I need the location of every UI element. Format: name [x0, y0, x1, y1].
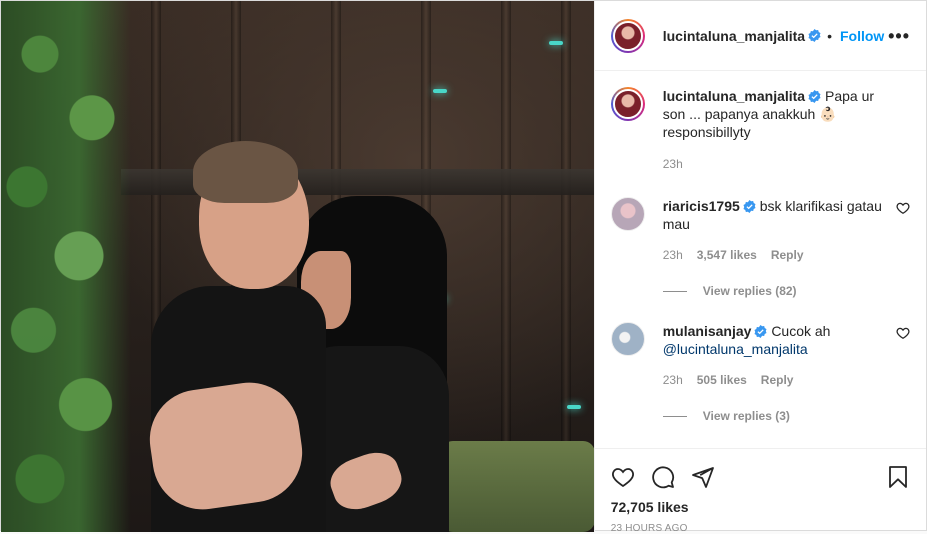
- cushion: [441, 441, 594, 532]
- reply-button[interactable]: Reply: [761, 371, 794, 389]
- man-hair: [193, 141, 298, 203]
- comment-meta: 23h 505 likes Reply: [663, 371, 886, 389]
- post-sidebar: lucintaluna_manjalita • Follow ••• lucin…: [593, 1, 926, 534]
- comment: riaricis1795 bsk klarifikasi gatau mau 2…: [610, 197, 910, 264]
- caption-avatar[interactable]: [610, 87, 645, 121]
- separator-dot: •: [827, 27, 832, 44]
- comment-username[interactable]: riaricis1795: [663, 198, 740, 214]
- likes-count[interactable]: 72,705 likes: [611, 499, 910, 515]
- caption-username[interactable]: lucintaluna_manjalita: [663, 88, 805, 104]
- more-options-icon[interactable]: •••: [888, 27, 910, 45]
- view-replies-label[interactable]: View replies (3): [703, 409, 790, 423]
- heart-icon[interactable]: [611, 465, 635, 489]
- comment-likes[interactable]: 505 likes: [697, 371, 747, 389]
- reply-button[interactable]: Reply: [771, 246, 804, 264]
- replies-line: [662, 415, 687, 417]
- caption: lucintaluna_manjalita Papa ur son ... pa…: [610, 87, 910, 173]
- follow-button[interactable]: Follow: [840, 28, 884, 44]
- comment-time[interactable]: 23h: [663, 246, 683, 264]
- share-icon[interactable]: [691, 465, 715, 489]
- plant-wall: [1, 1, 131, 532]
- comment-heart-icon[interactable]: [896, 201, 910, 215]
- comment-text: Cucok ah: [771, 323, 831, 339]
- verified-badge-icon: [754, 325, 767, 338]
- author-avatar[interactable]: [610, 18, 645, 53]
- comment-username[interactable]: mulanisanjay: [663, 323, 752, 339]
- action-bar: 72,705 likes 23 HOURS AGO: [594, 448, 926, 534]
- verified-badge-icon: [743, 200, 756, 213]
- instagram-post: lucintaluna_manjalita • Follow ••• lucin…: [0, 0, 927, 534]
- caption-body: lucintaluna_manjalita Papa ur son ... pa…: [663, 87, 910, 173]
- comment-meta: 23h 3,547 likes Reply: [663, 246, 886, 264]
- teal-light: [549, 41, 563, 45]
- post-timestamp[interactable]: 23 HOURS AGO: [611, 523, 910, 534]
- comment-body: riaricis1795 bsk klarifikasi gatau mau 2…: [663, 197, 910, 264]
- verified-badge-icon: [808, 90, 821, 103]
- replies-line: [662, 290, 687, 292]
- commenter-avatar[interactable]: [610, 197, 645, 231]
- comment-heart-icon[interactable]: [896, 326, 910, 340]
- view-replies[interactable]: View replies (3): [662, 409, 910, 423]
- mention-link[interactable]: @lucintaluna_manjalita: [663, 341, 808, 357]
- action-icons: [611, 457, 910, 497]
- wooden-beam: [121, 169, 594, 195]
- post-photo[interactable]: [1, 1, 594, 532]
- caption-time[interactable]: 23h: [663, 155, 683, 173]
- comment: mulanisanjay Cucok ah @lucintaluna_manja…: [610, 322, 910, 389]
- commenter-avatar[interactable]: [610, 322, 645, 356]
- view-replies-label[interactable]: View replies (82): [703, 284, 797, 298]
- comment-body: mulanisanjay Cucok ah @lucintaluna_manja…: [663, 322, 910, 389]
- comment-icon[interactable]: [651, 465, 675, 489]
- comment-time[interactable]: 23h: [663, 371, 683, 389]
- teal-light: [567, 405, 581, 409]
- post-header: lucintaluna_manjalita • Follow •••: [594, 1, 926, 71]
- caption-meta: 23h: [663, 155, 886, 173]
- view-replies[interactable]: View replies (82): [662, 284, 910, 298]
- bookmark-icon[interactable]: [886, 465, 910, 489]
- verified-badge-icon: [808, 29, 821, 42]
- author-username[interactable]: lucintaluna_manjalita: [663, 28, 805, 44]
- comment-likes[interactable]: 3,547 likes: [697, 246, 757, 264]
- comments-section: lucintaluna_manjalita Papa ur son ... pa…: [595, 71, 926, 448]
- teal-light: [433, 89, 447, 93]
- author-info: lucintaluna_manjalita • Follow: [663, 28, 885, 44]
